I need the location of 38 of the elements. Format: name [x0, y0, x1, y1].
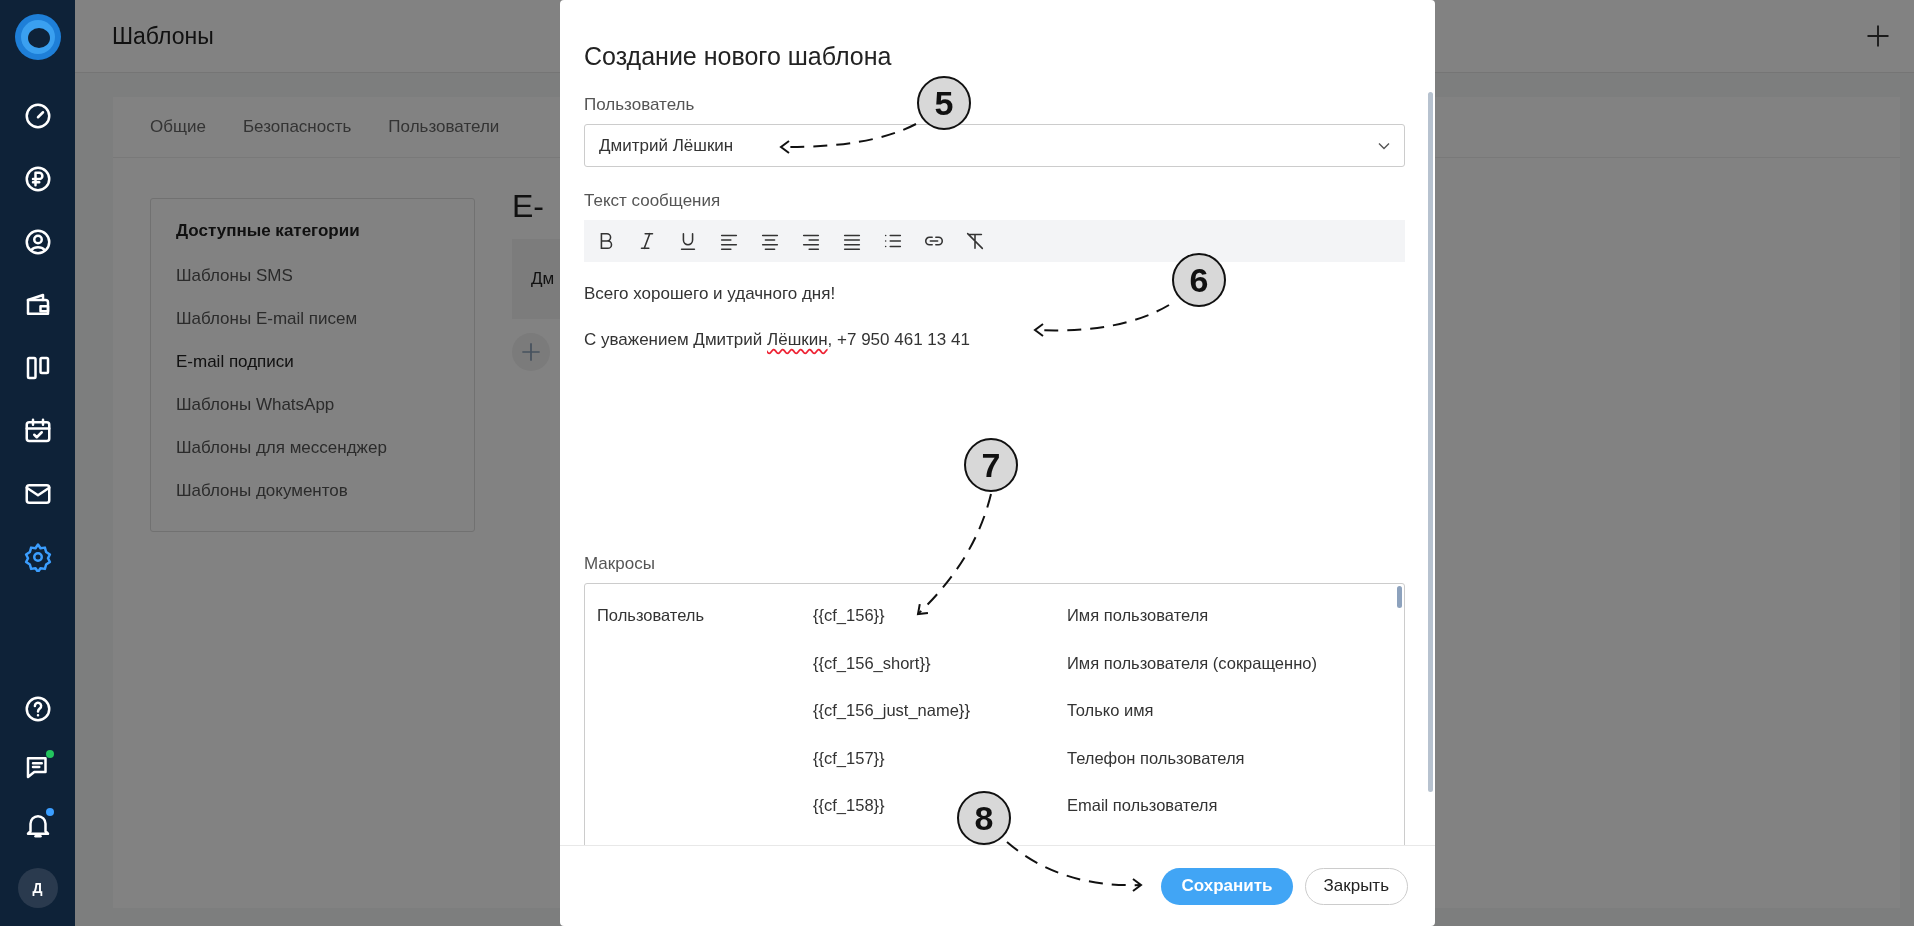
macro-code[interactable]: {{cf_158}}: [813, 796, 885, 814]
tab[interactable]: Общие: [150, 117, 206, 137]
categories-title: Доступные категории: [176, 221, 361, 241]
macro-description: Телефон пользователя: [1067, 748, 1245, 767]
save-button[interactable]: Сохранить: [1161, 867, 1293, 905]
category-item[interactable]: Шаблоны SMS: [176, 266, 449, 286]
message-line: Всего хорошего и удачного дня!: [584, 284, 836, 304]
macro-group: Пользователь: [597, 606, 705, 624]
scrollbar-thumb[interactable]: [1428, 92, 1433, 792]
category-item[interactable]: Шаблоны документов: [176, 481, 449, 501]
macro-code[interactable]: {{cf_156}}: [813, 606, 885, 624]
page-title: Шаблоны: [112, 22, 214, 50]
category-item[interactable]: E-mail подписи: [176, 352, 449, 372]
avatar[interactable]: Д: [17, 868, 58, 908]
message-line: С уважением Дмитрий Лёшкин, +7 950 461 13 41: [584, 330, 970, 350]
category-item[interactable]: Шаблоны E-mail писем: [176, 309, 449, 329]
field-label: Макросы: [584, 554, 655, 574]
chevron-down-icon: [1378, 141, 1390, 150]
tab[interactable]: Пользователи: [388, 117, 500, 137]
logo-icon[interactable]: [12, 12, 63, 62]
macro-description: Email пользователя: [1067, 796, 1218, 814]
macro-description: Имя пользователя: [1067, 606, 1209, 624]
category-item[interactable]: Шаблоны для мессенджер: [176, 438, 449, 458]
close-button[interactable]: Закрыть: [1304, 867, 1408, 905]
category-item[interactable]: Шаблоны WhatsApp: [176, 395, 449, 415]
field-label: Текст сообщения: [584, 191, 721, 211]
section-heading: E-: [512, 188, 544, 225]
macro-description: Только имя: [1067, 701, 1154, 719]
macro-code[interactable]: {{cf_156_just_name}}: [813, 701, 970, 719]
macro-code[interactable]: {{cf_156_short}}: [813, 653, 931, 672]
field-label: Пользователь: [584, 95, 695, 115]
tab[interactable]: Безопасность: [242, 117, 352, 137]
user-select[interactable]: Дмитрий Лёшкин: [584, 124, 1405, 167]
macro-code[interactable]: {{cf_157}}: [813, 748, 885, 767]
scrollbar-thumb[interactable]: [1397, 586, 1402, 608]
settings-icon[interactable]: [22, 542, 53, 572]
modal-title: Создание нового шаблона: [584, 42, 892, 71]
macro-description: Имя пользователя (сокращенно): [1067, 653, 1317, 672]
